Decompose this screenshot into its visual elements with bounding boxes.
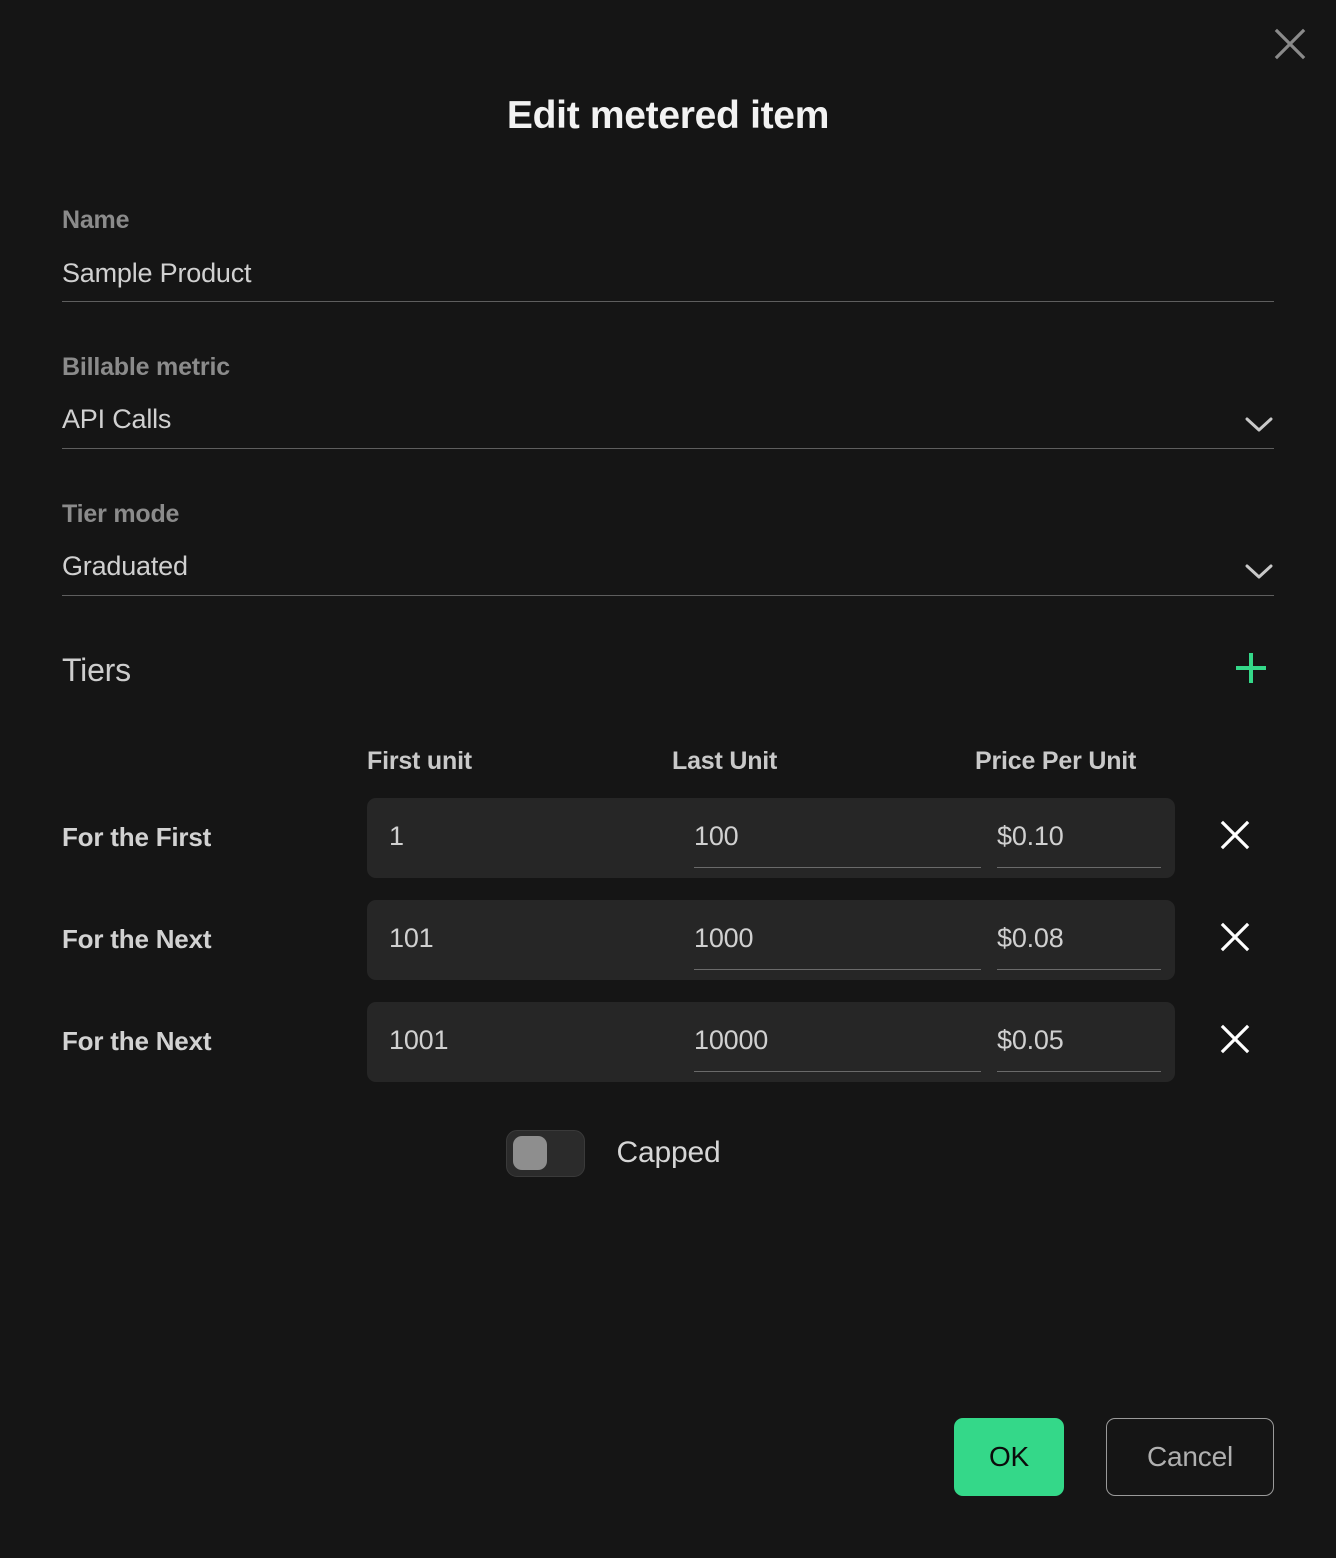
ok-button[interactable]: OK [954, 1418, 1064, 1496]
last-unit-value: 100 [694, 821, 739, 852]
form: Name Sample Product Billable metric API … [0, 206, 1336, 596]
name-label: Name [62, 206, 130, 234]
close-icon [1219, 1023, 1251, 1060]
last-unit-input[interactable]: 10000 [694, 1002, 997, 1082]
tier-row-panel: 1001 10000 $0.05 [367, 1001, 1177, 1082]
name-value: Sample Product [62, 257, 252, 288]
last-unit-value: 10000 [694, 1025, 769, 1056]
billable-metric-select[interactable]: API Calls [62, 403, 1274, 449]
delete-tier-button[interactable] [1175, 1002, 1295, 1082]
plus-icon [1231, 648, 1271, 693]
first-unit-input[interactable]: 1001 [389, 1002, 694, 1082]
last-unit-input[interactable]: 1000 [694, 900, 997, 980]
tier-mode-value: Graduated [62, 551, 188, 582]
tier-mode-label: Tier mode [62, 499, 180, 528]
name-input[interactable]: Sample Product [62, 257, 1274, 302]
name-field-group: Name Sample Product [62, 206, 1274, 302]
column-header-first-unit: First unit [367, 746, 472, 775]
capped-toggle[interactable] [505, 1129, 585, 1177]
price-per-unit-input[interactable]: $0.10 [997, 798, 1177, 878]
capped-label: Capped [616, 1136, 721, 1170]
tiers-table: First unit Last Unit Price Per Unit For … [0, 732, 1336, 1177]
dialog-footer: OK Cancel [0, 1418, 1274, 1496]
tier-row-panel: 101 1000 $0.08 [367, 899, 1177, 980]
tier-row-label: For the Next [62, 924, 212, 955]
tiers-header: Tiers [0, 648, 1336, 694]
page-title: Edit metered item [506, 94, 830, 137]
edit-metered-item-dialog: Edit metered item Name Sample Product Bi… [0, 0, 1336, 1558]
tiers-column-headers: First unit Last Unit Price Per Unit [62, 732, 1274, 776]
table-row: For the Next 1001 10000 $0.05 [62, 1001, 1274, 1082]
tier-mode-field-group: Tier mode Graduated [62, 499, 1274, 596]
last-unit-value: 1000 [694, 923, 754, 954]
column-header-last-unit: Last Unit [672, 746, 778, 775]
delete-tier-button[interactable] [1175, 798, 1295, 878]
first-unit-input[interactable]: 101 [389, 900, 694, 980]
delete-tier-button[interactable] [1175, 900, 1295, 980]
close-icon [1219, 921, 1251, 958]
price-per-unit-value: $0.05 [997, 1025, 1064, 1056]
price-per-unit-input[interactable]: $0.05 [997, 1002, 1177, 1082]
table-row: For the Next 101 1000 $0.08 [62, 899, 1274, 980]
billable-metric-label: Billable metric [62, 352, 230, 381]
price-per-unit-value: $0.10 [997, 821, 1064, 852]
chevron-down-icon [1244, 416, 1274, 434]
tier-row-label: For the First [62, 822, 212, 853]
tier-row-label: For the Next [62, 1026, 212, 1057]
close-icon [1219, 819, 1251, 856]
first-unit-input[interactable]: 1 [389, 798, 694, 878]
tier-mode-select[interactable]: Graduated [62, 550, 1274, 596]
column-header-price-per-unit: Price Per Unit [975, 746, 1137, 775]
add-tier-button[interactable] [1228, 648, 1274, 694]
close-icon[interactable] [1264, 18, 1316, 70]
first-unit-value: 101 [389, 923, 434, 954]
first-unit-value: 1 [389, 821, 404, 852]
chevron-down-icon [1244, 563, 1274, 581]
price-per-unit-value: $0.08 [997, 923, 1064, 954]
price-per-unit-input[interactable]: $0.08 [997, 900, 1177, 980]
tier-row-panel: 1 100 $0.10 [367, 797, 1177, 878]
last-unit-input[interactable]: 100 [694, 798, 997, 878]
table-row: For the First 1 100 $0.10 [62, 797, 1274, 878]
tiers-section-title: Tiers [62, 652, 131, 689]
first-unit-value: 1001 [389, 1025, 449, 1056]
billable-metric-value: API Calls [62, 404, 172, 435]
toggle-knob [512, 1136, 547, 1171]
cancel-button[interactable]: Cancel [1106, 1418, 1274, 1496]
capped-row: Capped [62, 1129, 1274, 1177]
billable-metric-field-group: Billable metric API Calls [62, 352, 1274, 449]
